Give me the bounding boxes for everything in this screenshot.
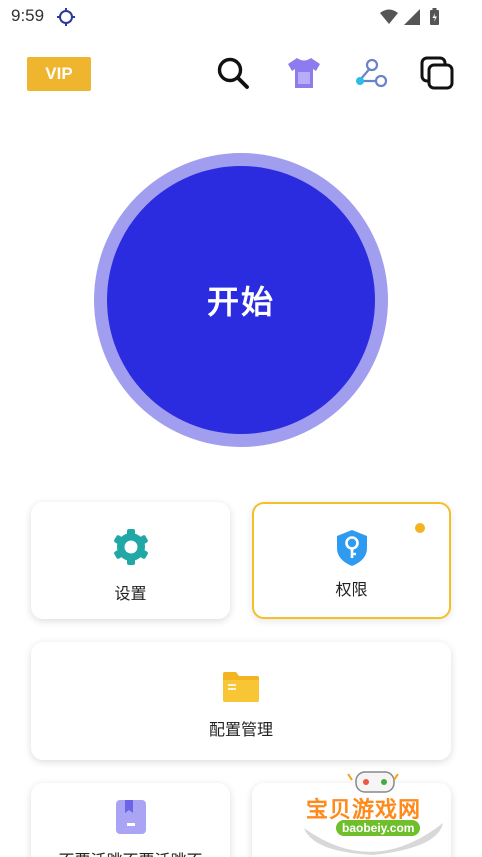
permissions-label: 权限 [335, 580, 368, 599]
notification-dot [415, 523, 425, 533]
settings-card[interactable]: 设置 [31, 502, 230, 619]
bookmark-icon [114, 799, 148, 835]
start-label: 开始 [206, 283, 275, 321]
vip-button[interactable]: VIP [27, 57, 91, 91]
bottom-left-card[interactable]: 不要活跳不要活跳不 [31, 783, 230, 857]
settings-label: 设置 [114, 584, 147, 603]
config-management-card[interactable]: 配置管理 [31, 642, 451, 760]
bottom-left-label: 不要活跳不要活跳不 [58, 847, 202, 857]
shield-key-icon [334, 528, 370, 568]
start-button-face[interactable]: 开始 [107, 166, 375, 434]
status-bar: 9:59 [0, 0, 482, 32]
share-icon[interactable] [352, 55, 388, 91]
start-button[interactable]: 开始 [94, 153, 388, 447]
location-icon [56, 7, 76, 31]
gear-icon [112, 528, 150, 566]
copy-icon[interactable] [419, 55, 455, 91]
status-indicators [378, 7, 448, 31]
wifi-icon [380, 9, 398, 24]
status-time: 9:59 [11, 6, 45, 25]
watermark-url: baobeiy.com [336, 820, 421, 836]
signal-icon [404, 9, 420, 25]
top-bar: VIP [0, 52, 482, 96]
battery-icon [430, 8, 439, 25]
permissions-card[interactable]: 权限 [252, 502, 451, 619]
search-icon[interactable] [215, 55, 251, 91]
watermark-logo: 宝贝游戏网 baobeiy.com [298, 768, 448, 857]
folder-icon [222, 670, 260, 704]
config-management-label: 配置管理 [208, 720, 273, 739]
tshirt-icon[interactable] [286, 55, 322, 91]
